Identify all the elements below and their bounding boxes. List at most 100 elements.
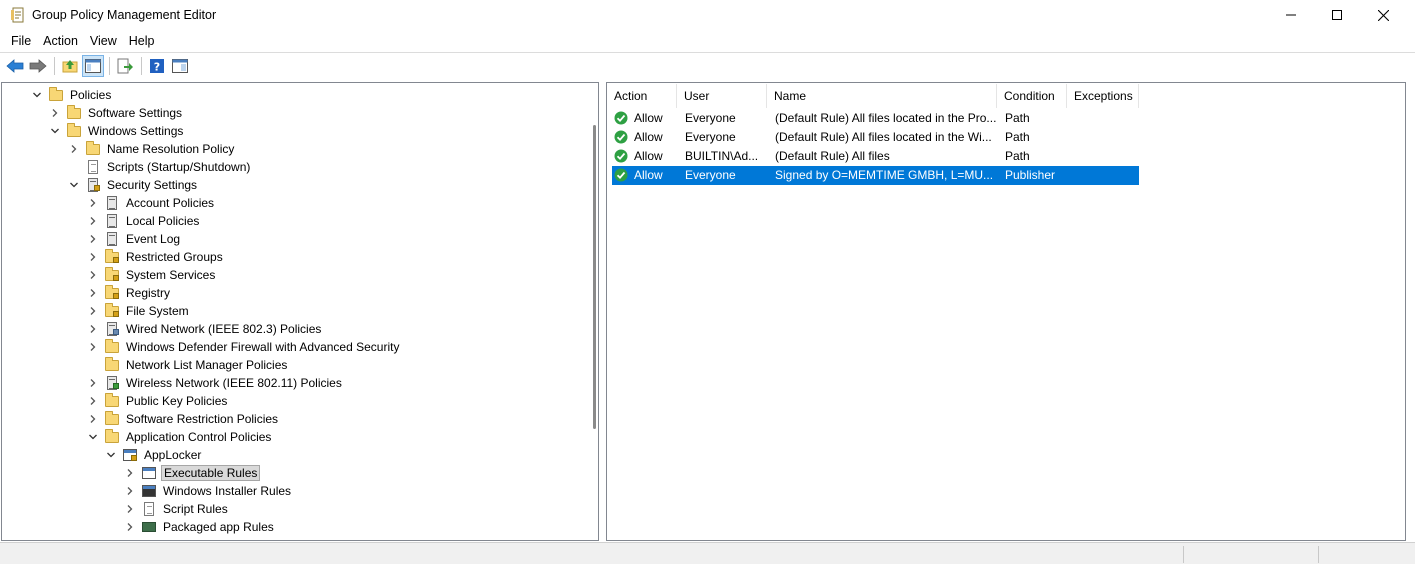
tree-node[interactable]: Software Restriction Policies: [88, 410, 280, 428]
chevron-right-icon[interactable]: [88, 288, 98, 298]
show-hide-console-tree-button[interactable]: [82, 55, 104, 77]
chevron-right-icon[interactable]: [125, 504, 135, 514]
tree-node-label[interactable]: Network List Manager Policies: [124, 357, 289, 373]
forward-button[interactable]: [27, 55, 49, 77]
chevron-right-icon[interactable]: [88, 198, 98, 208]
tree-node-label[interactable]: Policies: [68, 87, 113, 103]
tree-node[interactable]: Windows Settings: [50, 122, 185, 140]
tree-node-label[interactable]: Name Resolution Policy: [105, 141, 236, 157]
tree-node-label[interactable]: Event Log: [124, 231, 182, 247]
tree-node[interactable]: Network List Manager Policies: [88, 356, 289, 374]
tree-node[interactable]: Wireless Network (IEEE 802.11) Policies: [88, 374, 344, 392]
column-header-user[interactable]: User: [677, 84, 767, 108]
chevron-right-icon[interactable]: [88, 234, 98, 244]
properties-button[interactable]: [169, 55, 191, 77]
console-tree[interactable]: Policies Software Settings Windows Setting…: [1, 82, 599, 541]
chevron-down-icon[interactable]: [106, 450, 116, 460]
tree-node-label[interactable]: Executable Rules: [161, 465, 261, 481]
tree-node-label[interactable]: System Services: [124, 267, 217, 283]
tree-scrollbar-thumb[interactable]: [593, 125, 596, 429]
tree-node-label[interactable]: Account Policies: [124, 195, 216, 211]
tree-node[interactable]: Windows Defender Firewall with Advanced …: [88, 338, 401, 356]
chevron-right-icon[interactable]: [88, 324, 98, 334]
tree-node[interactable]: Windows Installer Rules: [125, 482, 293, 500]
tree-node-label[interactable]: Local Policies: [124, 213, 201, 229]
tree-node[interactable]: Local Policies: [88, 212, 201, 230]
menu-file[interactable]: File: [5, 31, 37, 52]
chevron-right-icon[interactable]: [50, 108, 60, 118]
tree-node-label[interactable]: File System: [124, 303, 191, 319]
chevron-down-icon[interactable]: [32, 90, 42, 100]
tree-node-label[interactable]: Windows Settings: [86, 123, 185, 139]
chevron-right-icon[interactable]: [88, 342, 98, 352]
minimize-button[interactable]: [1268, 0, 1314, 30]
tree-node[interactable]: Event Log: [88, 230, 182, 248]
chevron-right-icon[interactable]: [88, 414, 98, 424]
tree-node-label[interactable]: Scripts (Startup/Shutdown): [105, 159, 252, 175]
tree-node[interactable]: Restricted Groups: [88, 248, 225, 266]
chevron-down-icon[interactable]: [88, 432, 98, 442]
tree-node-label[interactable]: Packaged app Rules: [161, 519, 276, 535]
tree-node-label[interactable]: AppLocker: [142, 447, 203, 463]
list-row[interactable]: Allow Everyone (Default Rule) All files lo…: [612, 128, 1139, 147]
menu-help[interactable]: Help: [123, 31, 161, 52]
tree-node[interactable]: Packaged app Rules: [125, 518, 276, 536]
tree-node[interactable]: AppLocker: [106, 446, 203, 464]
column-header-action[interactable]: Action: [607, 84, 677, 108]
tree-node-label[interactable]: Wired Network (IEEE 802.3) Policies: [124, 321, 323, 337]
tree-node[interactable]: Software Settings: [50, 104, 184, 122]
tree-node-label[interactable]: Software Settings: [86, 105, 184, 121]
chevron-right-icon[interactable]: [88, 216, 98, 226]
list-row[interactable]: Allow Everyone (Default Rule) All files lo…: [612, 109, 1139, 128]
column-header-condition[interactable]: Condition: [997, 84, 1067, 108]
maximize-button[interactable]: [1314, 0, 1360, 30]
chevron-right-icon[interactable]: [125, 522, 135, 532]
tree-node[interactable]: Executable Rules: [125, 464, 261, 482]
tree-node-label[interactable]: Windows Defender Firewall with Advanced …: [124, 339, 401, 355]
tree-node-label[interactable]: Script Rules: [161, 501, 230, 517]
tree-node[interactable]: Security Settings: [69, 176, 199, 194]
chevron-right-icon[interactable]: [88, 306, 98, 316]
help-button[interactable]: ?: [146, 55, 168, 77]
tree-node[interactable]: Account Policies: [88, 194, 216, 212]
tree-node-label[interactable]: Restricted Groups: [124, 249, 225, 265]
tree-node[interactable]: System Services: [88, 266, 217, 284]
tree-scrollbar[interactable]: [590, 83, 598, 540]
chevron-down-icon[interactable]: [50, 126, 60, 136]
menu-action[interactable]: Action: [37, 31, 84, 52]
menu-view[interactable]: View: [84, 31, 123, 52]
chevron-right-icon[interactable]: [125, 468, 135, 478]
chevron-right-icon[interactable]: [88, 378, 98, 388]
tree-node-label[interactable]: Application Control Policies: [124, 429, 273, 445]
chevron-right-icon[interactable]: [88, 252, 98, 262]
list-row[interactable]: Allow Everyone Signed by O=MEMTIME GMBH, L…: [612, 166, 1139, 185]
chevron-right-icon[interactable]: [88, 396, 98, 406]
export-list-button[interactable]: [114, 55, 136, 77]
tree-node-label[interactable]: Windows Installer Rules: [161, 483, 293, 499]
up-one-level-button[interactable]: [59, 55, 81, 77]
tree-node[interactable]: Policies: [32, 86, 113, 104]
chevron-right-icon[interactable]: [125, 486, 135, 496]
chevron-right-icon[interactable]: [69, 144, 79, 154]
tree-node-label[interactable]: Public Key Policies: [124, 393, 229, 409]
tree-node[interactable]: Application Control Policies: [88, 428, 273, 446]
chevron-down-icon[interactable]: [69, 180, 79, 190]
tree-node[interactable]: Scripts (Startup/Shutdown): [69, 158, 252, 176]
tree-node-label[interactable]: Registry: [124, 285, 172, 301]
tree-node-label[interactable]: Wireless Network (IEEE 802.11) Policies: [124, 375, 344, 391]
tree-node[interactable]: Registry: [88, 284, 172, 302]
tree-node-label[interactable]: Security Settings: [105, 177, 199, 193]
list-row[interactable]: Allow BUILTIN\Ad... (Default Rule) All fil…: [612, 147, 1139, 166]
back-button[interactable]: [4, 55, 26, 77]
column-header-name[interactable]: Name: [767, 84, 997, 108]
close-button[interactable]: [1360, 0, 1406, 30]
details-pane[interactable]: Action User Name Condition Exceptions Al…: [606, 82, 1406, 541]
tree-node[interactable]: Wired Network (IEEE 802.3) Policies: [88, 320, 323, 338]
tree-node[interactable]: File System: [88, 302, 191, 320]
tree-node[interactable]: Public Key Policies: [88, 392, 229, 410]
chevron-right-icon[interactable]: [88, 270, 98, 280]
column-header-exceptions[interactable]: Exceptions: [1067, 84, 1139, 108]
tree-node-label[interactable]: Software Restriction Policies: [124, 411, 280, 427]
tree-node[interactable]: Script Rules: [125, 500, 230, 518]
tree-node[interactable]: Name Resolution Policy: [69, 140, 236, 158]
